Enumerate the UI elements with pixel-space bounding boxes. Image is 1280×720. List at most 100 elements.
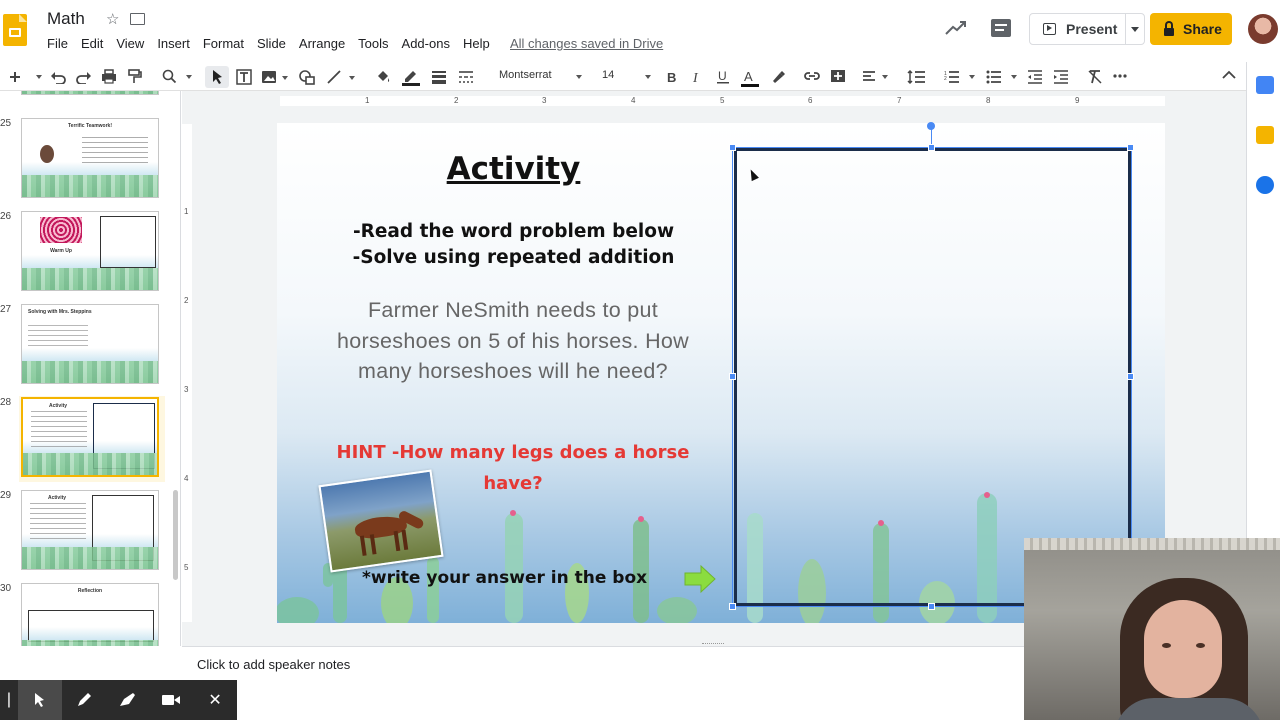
font-size-dropdown-icon[interactable] [645,75,651,79]
present-dropdown-icon[interactable] [1131,27,1139,32]
more-options-icon[interactable] [1113,73,1127,79]
resize-handle-bottom-left[interactable] [729,603,736,610]
menu-slide[interactable]: Slide [257,36,292,51]
move-to-folder-icon[interactable] [130,13,145,25]
menu-addons[interactable]: Add-ons [402,36,456,51]
resize-handle-bottom[interactable] [928,603,935,610]
comments-icon[interactable] [991,19,1011,37]
slide-filmstrip[interactable]: 25 Terrific Teamwork! 26 Warm Up 27 Solv… [0,91,181,646]
menu-insert[interactable]: Insert [157,36,196,51]
word-problem-text[interactable]: Farmer NeSmith needs to put horseshoes o… [332,295,694,387]
horizontal-ruler[interactable]: 1 2 3 4 5 6 7 8 9 [280,96,1165,106]
line-spacing-icon[interactable] [907,69,927,85]
ruler-tick: 5 [184,563,189,572]
pen-tool-icon[interactable] [62,680,106,720]
resize-handle-top-right[interactable] [1127,144,1134,151]
answer-instruction-text[interactable]: *write your answer in the box [362,568,647,588]
menu-file[interactable]: File [47,36,74,51]
present-button[interactable]: Present [1029,13,1145,45]
text-box-icon[interactable] [236,69,252,85]
speaker-notes-panel[interactable]: Click to add speaker notes [182,643,1024,720]
bulleted-list-icon[interactable] [986,69,1020,85]
zoom-icon[interactable] [162,69,194,84]
rotation-handle[interactable] [927,122,935,130]
calendar-icon[interactable] [1256,76,1274,94]
slides-logo-icon[interactable] [3,14,27,46]
italic-icon[interactable]: I [691,70,703,84]
line-tool-icon[interactable] [326,69,360,85]
document-title[interactable]: Math [47,9,85,29]
menu-arrange[interactable]: Arrange [299,36,351,51]
numbered-list-icon[interactable]: 12 [944,69,978,85]
fill-color-icon[interactable] [375,68,391,85]
slide-thumbnail-27[interactable]: Solving with Mrs. Steppins [21,304,159,384]
slide-number: 30 [0,583,12,594]
vertical-ruler[interactable]: 1 2 3 4 5 [182,124,192,622]
highlight-icon[interactable] [770,68,786,84]
toolbar-grip-icon[interactable]: | [0,680,18,720]
underline-icon[interactable]: U [716,69,730,85]
user-avatar[interactable] [1248,14,1278,44]
activity-trend-icon[interactable] [945,20,967,36]
slide-title[interactable]: Activity [277,151,750,187]
border-color-icon[interactable] [401,67,421,87]
slide-thumbnail-29[interactable]: Activity [21,490,159,570]
bold-icon[interactable]: B [666,70,678,84]
shape-icon[interactable] [298,69,316,85]
instructions-text[interactable]: -Read the word problem below -Solve usin… [327,219,700,271]
present-label: Present [1066,21,1118,37]
green-arrow-icon[interactable] [683,564,717,594]
font-family-select[interactable]: Montserrat [499,69,552,81]
slide-thumbnail[interactable] [21,91,159,95]
redo-icon[interactable] [76,70,92,84]
tasks-icon[interactable] [1256,176,1274,194]
menu-view[interactable]: View [116,36,150,51]
undo-icon[interactable] [50,70,66,84]
align-icon[interactable] [862,70,892,84]
highlighter-tool-icon[interactable] [106,680,150,720]
share-label: Share [1183,21,1222,37]
new-slide-icon[interactable] [6,70,46,84]
font-family-dropdown-icon[interactable] [576,75,582,79]
menu-format[interactable]: Format [203,36,250,51]
speaker-notes-placeholder[interactable]: Click to add speaker notes [197,657,350,672]
decrease-indent-icon[interactable] [1027,69,1043,85]
resize-handle-left[interactable] [729,373,736,380]
notes-resize-grip[interactable] [702,643,724,646]
star-icon[interactable]: ☆ [106,10,119,28]
slide-thumbnail-30[interactable]: Reflection [21,583,159,646]
resize-handle-top-left[interactable] [729,144,736,151]
clear-formatting-icon[interactable] [1087,69,1103,85]
pointer-tool-icon[interactable] [17,680,62,720]
text-color-icon[interactable]: A [740,68,760,88]
border-weight-icon[interactable] [431,70,447,84]
filmstrip-scrollbar[interactable] [173,490,178,580]
slide-thumbnail-28[interactable]: Activity [21,397,159,477]
resize-handle-top[interactable] [928,144,935,151]
save-status-link[interactable]: All changes saved in Drive [510,36,663,51]
border-dash-icon[interactable] [458,70,474,84]
link-icon[interactable] [803,70,821,82]
keep-icon[interactable] [1256,126,1274,144]
close-icon[interactable]: ✕ [193,680,237,720]
menu-edit[interactable]: Edit [81,36,109,51]
print-icon[interactable] [101,69,117,84]
ruler-tick: 2 [454,96,459,105]
paint-format-icon[interactable] [127,69,143,84]
slide-thumbnail-26[interactable]: Warm Up [21,211,159,291]
slide-number: 29 [0,490,12,501]
share-button[interactable]: Share [1150,13,1232,45]
menu-tools[interactable]: Tools [358,36,394,51]
collapse-toolbar-icon[interactable] [1222,70,1236,80]
font-size-select[interactable]: 14 [602,69,614,81]
increase-indent-icon[interactable] [1053,69,1069,85]
horse-image[interactable] [318,469,444,573]
ruler-tick: 4 [631,96,636,105]
slide-thumbnail-25[interactable]: Terrific Teamwork! [21,118,159,198]
menu-help[interactable]: Help [463,36,496,51]
camera-tool-icon[interactable] [149,680,193,720]
add-comment-icon[interactable] [830,69,846,85]
insert-image-icon[interactable] [261,69,293,85]
select-cursor-icon[interactable] [212,69,224,85]
resize-handle-right[interactable] [1127,373,1134,380]
